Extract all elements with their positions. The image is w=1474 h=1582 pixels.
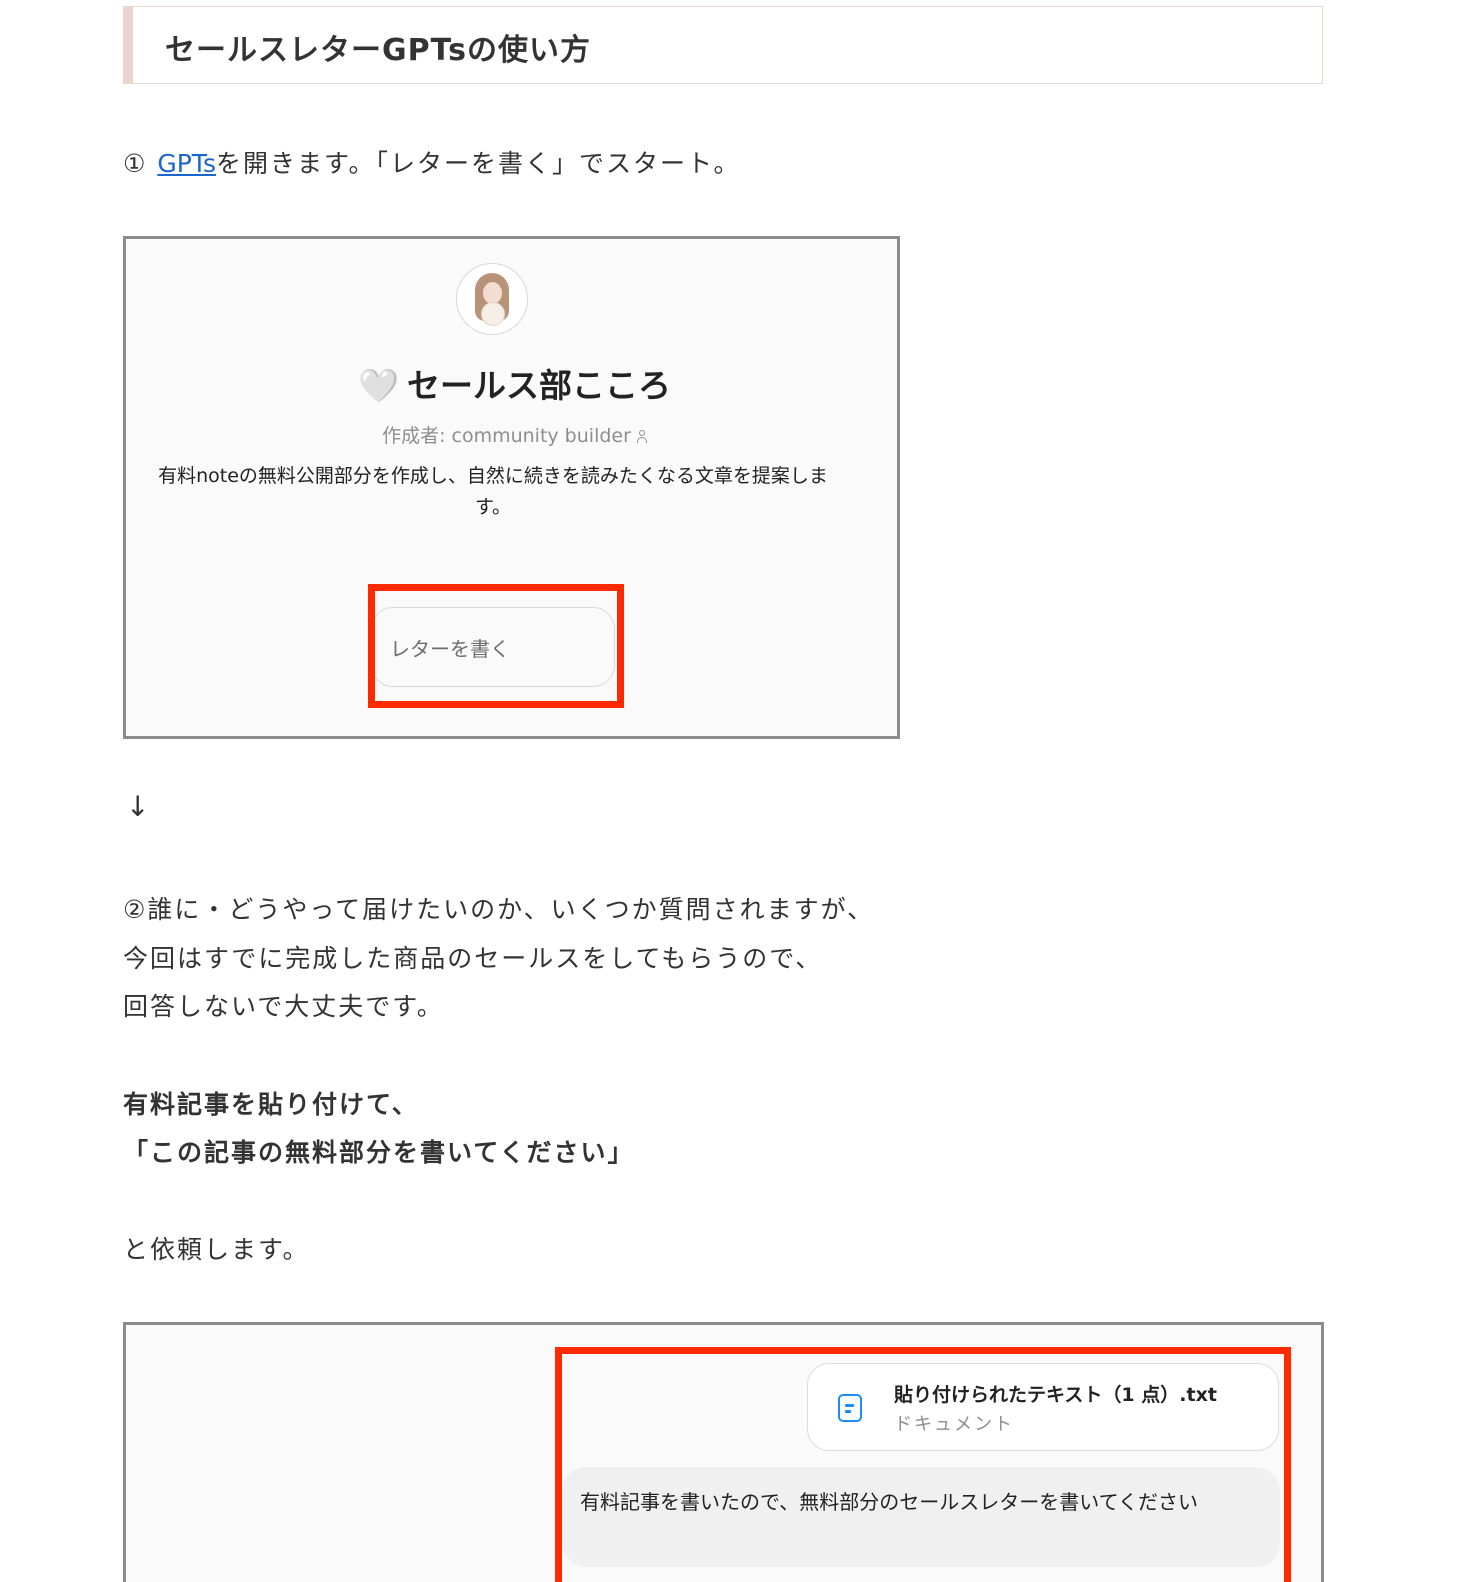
step2-line-3: 回答しないで大丈夫です。: [123, 992, 444, 1021]
file-name: 貼り付けられたテキスト（1 点）.txt: [894, 1384, 1217, 1406]
gpt-intro-screenshot: 🤍 セールス部こころ 作成者: community builder 有料noteの…: [123, 236, 900, 739]
chat-screenshot: 貼り付けられたテキスト（1 点）.txt ドキュメント 有料記事を書いたので、無…: [123, 1322, 1324, 1582]
gpt-name: セールス部こころ: [407, 366, 672, 405]
gpt-author: 作成者: community builder: [126, 421, 897, 448]
gpt-avatar: [456, 263, 528, 335]
step2-line-1: ②誰に・どうやって届けたいのか、いくつか質問されますが、: [123, 895, 875, 924]
document-icon: [838, 1394, 862, 1422]
attached-file-card[interactable]: 貼り付けられたテキスト（1 点）.txt ドキュメント: [807, 1363, 1279, 1451]
gpt-description: 有料noteの無料公開部分を作成し、自然に続きを読みたくなる文章を提案します。: [158, 465, 828, 518]
file-type: ドキュメント: [894, 1414, 1014, 1435]
down-arrow: ↓: [126, 790, 150, 823]
section-heading: セールスレターGPTsの使い方: [123, 6, 1323, 84]
closing-paragraph: と依頼します。: [123, 1235, 310, 1264]
step1-text: を開きます。「レターを書く」でスタート。: [215, 149, 741, 178]
write-letter-button[interactable]: レターを書く: [371, 607, 615, 687]
heart-icon: 🤍: [357, 366, 400, 405]
step2-line-2: 今回はすでに完成した商品のセールスをしてもらうので、: [123, 944, 823, 973]
instruction-line-2: 「この記事の無料部分を書いてください」: [123, 1138, 635, 1167]
step1-prefix: ①: [123, 149, 158, 178]
instruction-line-1: 有料記事を貼り付けて、: [123, 1090, 419, 1119]
person-icon: [636, 430, 647, 443]
gpt-author-text: 作成者: community builder: [382, 425, 631, 447]
user-message-bubble: 有料記事を書いたので、無料部分のセールスレターを書いてください: [562, 1467, 1280, 1567]
gpts-link[interactable]: GPTs: [157, 149, 216, 178]
user-message-text: 有料記事を書いたので、無料部分のセールスレターを書いてください: [580, 1490, 1198, 1514]
section-title: セールスレターGPTsの使い方: [165, 33, 591, 68]
gpt-title: 🤍 セールス部こころ: [126, 359, 897, 407]
step1-paragraph: ① GPTsを開きます。「レターを書く」でスタート。: [123, 144, 740, 180]
